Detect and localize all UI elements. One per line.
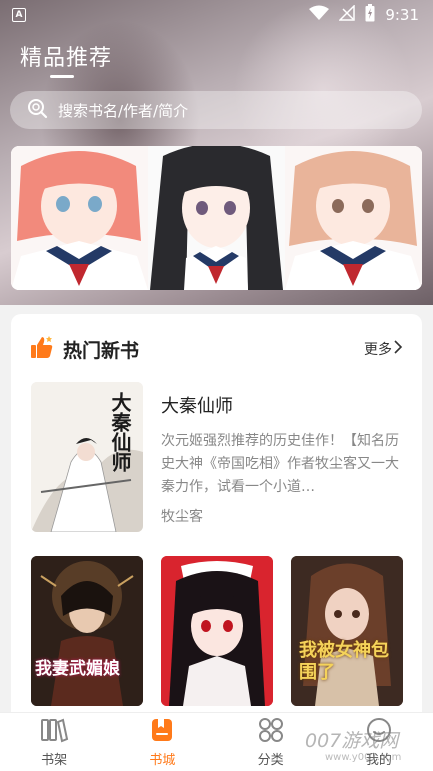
banner-carousel[interactable] bbox=[11, 146, 422, 290]
banner-character-left bbox=[11, 146, 148, 290]
bookshelf-icon bbox=[39, 717, 69, 747]
category-icon bbox=[256, 717, 286, 747]
featured-book-description: 次元姬强烈推荐的历史佳作！【知名历史大神《帝国吃相》作者牧尘客又一大秦力作，试看… bbox=[161, 433, 399, 495]
banner-character-right bbox=[285, 146, 422, 290]
app-notification-icon: A bbox=[12, 8, 26, 22]
search-placeholder: 搜索书名/作者/简介 bbox=[58, 101, 189, 120]
more-label: 更多 bbox=[364, 342, 392, 358]
tab-label-bookshelf: 书架 bbox=[41, 752, 68, 768]
featured-cover-text: 大秦仙师 bbox=[108, 392, 132, 472]
more-link[interactable]: 更多 bbox=[364, 339, 404, 359]
page-title[interactable]: 精品推荐 bbox=[20, 40, 112, 72]
chevron-right-icon bbox=[392, 340, 404, 358]
book-cover-1-text: 我妻武媚娘 bbox=[35, 659, 120, 679]
title-underline bbox=[50, 75, 74, 78]
search-bar[interactable]: 搜索书名/作者/简介 bbox=[10, 91, 422, 129]
featured-book-author: 牧尘客 bbox=[161, 509, 203, 525]
watermark: 007游戏网 bbox=[305, 730, 399, 752]
book-cover-2[interactable] bbox=[161, 556, 273, 706]
book-grid: 我妻武媚娘 我被女神包围了 bbox=[31, 556, 403, 706]
wifi-icon bbox=[309, 5, 330, 25]
banner-character-center bbox=[148, 146, 285, 290]
tab-bookshelf[interactable]: 书架 bbox=[0, 713, 108, 771]
section-header: 热门新书 更多 bbox=[29, 334, 404, 364]
featured-book-cover[interactable]: 大秦仙师 bbox=[31, 382, 143, 532]
battery-icon bbox=[365, 4, 375, 26]
featured-book-title[interactable]: 大秦仙师 bbox=[161, 392, 233, 418]
book-cover-1[interactable]: 我妻武媚娘 bbox=[31, 556, 143, 706]
tab-bookstore[interactable]: 书城 bbox=[108, 713, 216, 771]
section-title: 热门新书 bbox=[63, 339, 140, 362]
clock-text: 9:31 bbox=[385, 6, 419, 24]
hot-new-books-card: 热门新书 更多 大秦仙师 大秦仙师 次元姬强烈推荐的历史佳作！【知名历史大神《帝… bbox=[11, 314, 422, 734]
watermark-url: www.y007.com bbox=[325, 752, 402, 763]
bookstore-icon bbox=[149, 717, 175, 747]
tab-label-bookstore: 书城 bbox=[149, 752, 176, 768]
book-cover-3-text: 我被女神包围了 bbox=[299, 640, 389, 683]
search-icon bbox=[26, 97, 48, 123]
signal-icon bbox=[338, 4, 356, 25]
featured-book[interactable]: 大秦仙师 大秦仙师 次元姬强烈推荐的历史佳作！【知名历史大神《帝国吃相》作者牧尘… bbox=[31, 382, 403, 532]
status-bar: A 9:31 bbox=[0, 0, 433, 30]
tab-label-category: 分类 bbox=[257, 752, 284, 768]
book-cover-3[interactable]: 我被女神包围了 bbox=[291, 556, 403, 706]
thumbs-up-icon bbox=[29, 334, 55, 364]
